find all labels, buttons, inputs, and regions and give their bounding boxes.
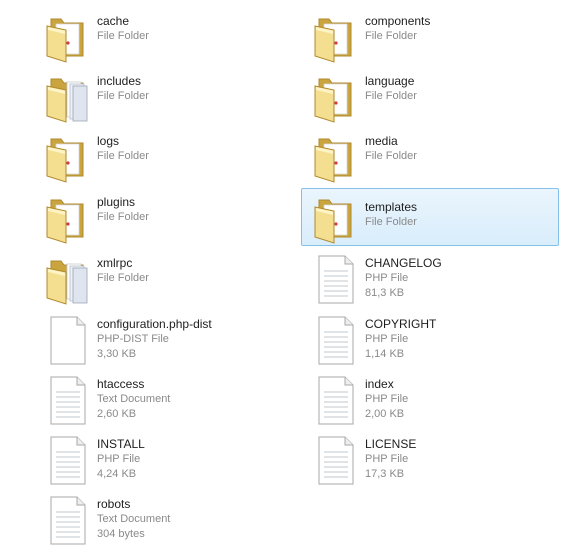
file-name: robots [97,497,131,511]
file-name: xmlrpc [97,256,133,270]
file-item-configuration[interactable]: configuration.php-dist PHP-DIST File 3,3… [38,310,288,368]
file-item-install[interactable]: INSTALL PHP File 4,24 KB [38,430,288,488]
file-size: 17,3 KB [365,468,405,480]
file-size: 304 bytes [97,528,145,540]
file-type: File Folder [365,30,417,42]
file-item-changelog[interactable]: CHANGELOG PHP File 81,3 KB [306,249,556,307]
file-item-copyright[interactable]: COPYRIGHT PHP File 1,14 KB [306,310,556,368]
folder-icon [311,131,361,183]
file-name: htaccess [97,377,145,391]
file-type: PHP File [365,333,409,345]
file-item-cache[interactable]: cache File Folder [38,7,288,65]
file-item-templates[interactable]: templates File Folder [301,188,559,246]
file-name: plugins [97,195,136,209]
folder-icon [311,71,361,123]
file-text-icon [311,434,361,486]
file-name: templates [365,200,418,214]
file-type: PHP File [365,393,409,405]
file-name: COPYRIGHT [365,317,437,331]
file-type: Text Document [97,393,171,405]
file-name: components [365,14,431,28]
file-size: 81,3 KB [365,287,405,299]
file-size: 3,30 KB [97,348,137,360]
folder-open-icon [43,71,93,123]
file-type: PHP File [365,272,409,284]
file-type: Text Document [97,513,171,525]
file-text-icon [311,374,361,426]
folder-icon [311,11,361,63]
file-type: File Folder [365,216,417,228]
file-name: INSTALL [97,437,145,451]
file-size: 4,24 KB [97,468,137,480]
file-list-view: cache File Folder includes File Folder l… [0,0,573,551]
file-item-components[interactable]: components File Folder [306,7,556,65]
file-item-robots[interactable]: robots Text Document 304 bytes [38,490,288,548]
file-blank-icon [43,314,93,366]
file-item-logs[interactable]: logs File Folder [38,127,288,185]
file-name: CHANGELOG [365,256,442,270]
file-type: PHP-DIST File [97,333,169,345]
file-size: 2,00 KB [365,408,405,420]
file-type: File Folder [365,150,417,162]
folder-icon [43,11,93,63]
file-type: File Folder [97,30,149,42]
folder-icon [311,192,361,244]
file-item-index[interactable]: index PHP File 2,00 KB [306,370,556,428]
file-item-language[interactable]: language File Folder [306,67,556,125]
file-item-media[interactable]: media File Folder [306,127,556,185]
file-type: PHP File [97,453,141,465]
file-name: LICENSE [365,437,417,451]
file-type: File Folder [97,150,149,162]
file-text-icon [43,374,93,426]
file-type: File Folder [97,272,149,284]
file-type: File Folder [97,90,149,102]
file-name: language [365,74,415,88]
file-text-icon [43,494,93,546]
file-text-icon [43,434,93,486]
folder-icon [43,192,93,244]
folder-open-icon [43,253,93,305]
file-name: configuration.php-dist [97,317,212,331]
file-item-htaccess[interactable]: htaccess Text Document 2,60 KB [38,370,288,428]
file-text-icon [311,314,361,366]
file-size: 1,14 KB [365,348,405,360]
file-name: logs [97,134,120,148]
file-type: File Folder [365,90,417,102]
file-size: 2,60 KB [97,408,137,420]
file-type: File Folder [97,211,149,223]
file-text-icon [311,253,361,305]
file-name: cache [97,14,130,28]
file-item-license[interactable]: LICENSE PHP File 17,3 KB [306,430,556,488]
folder-icon [43,131,93,183]
file-name: index [365,377,394,391]
file-name: media [365,134,398,148]
file-item-includes[interactable]: includes File Folder [38,67,288,125]
file-name: includes [97,74,142,88]
file-item-plugins[interactable]: plugins File Folder [38,188,288,246]
file-type: PHP File [365,453,409,465]
file-item-xmlrpc[interactable]: xmlrpc File Folder [38,249,288,307]
